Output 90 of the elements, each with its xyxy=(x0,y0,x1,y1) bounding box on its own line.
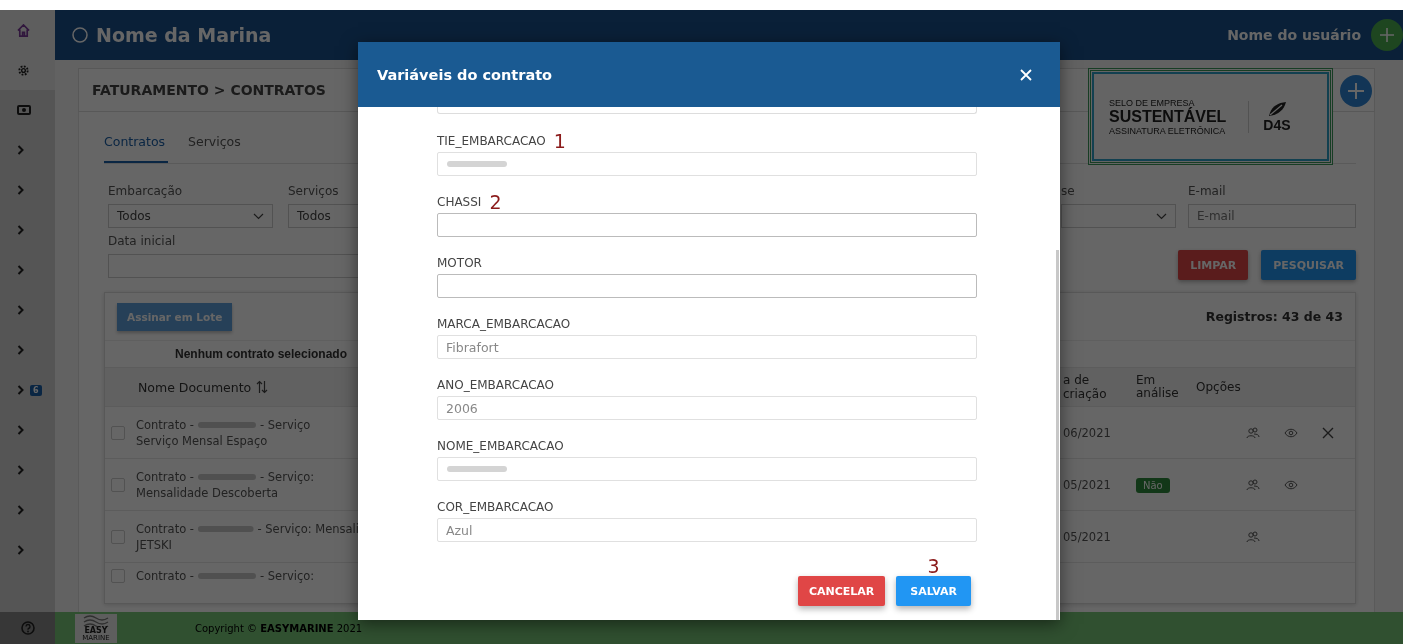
tab[interactable]: Serviços xyxy=(168,128,241,163)
chevron-right-icon[interactable] xyxy=(17,425,24,435)
table-cell: Contrato - xyxy=(136,569,194,583)
add-button[interactable] xyxy=(1340,75,1372,107)
people-icon[interactable] xyxy=(1246,426,1260,439)
tab[interactable]: Contratos xyxy=(104,128,168,163)
filter-label: Data inicial xyxy=(108,234,177,250)
save-button[interactable]: SALVAR xyxy=(896,576,971,606)
table-cell: 05/2021 xyxy=(1063,529,1111,544)
records-count: Registros: 43 de 43 xyxy=(1205,309,1343,324)
copyright-text: Copyright © EASYMARINE 2021 xyxy=(195,622,364,634)
logo-text: EASY xyxy=(84,626,108,635)
user-name[interactable]: Nome do usuário xyxy=(1227,27,1361,43)
field-label: CHASSI xyxy=(437,195,482,209)
annotation-number: 1 xyxy=(553,131,566,151)
blurred-text-drawing xyxy=(446,159,510,169)
batch-sign-button[interactable]: Assinar em Lote xyxy=(117,302,233,331)
plus-avatar-icon[interactable] xyxy=(1371,19,1403,51)
seal-text: SELO DE EMPRESA xyxy=(1109,97,1195,108)
field-label: MARCA_EMBARCACAO xyxy=(437,317,571,331)
filter-label: Embarcação xyxy=(108,184,184,200)
sort-icon[interactable] xyxy=(256,380,269,394)
banknote-icon[interactable] xyxy=(17,105,31,115)
table-cell: 06/2021 xyxy=(1063,425,1111,440)
marina-name: Nome da Marina xyxy=(96,24,272,46)
field-label: COR_EMBARCACAO xyxy=(437,500,554,514)
seal-title: SUSTENTÁVEL xyxy=(1109,107,1227,126)
blurred-text-drawing xyxy=(446,464,510,474)
table-cell: Contrato - xyxy=(136,417,194,432)
column-header[interactable]: Nome Documento xyxy=(138,379,252,395)
input-field[interactable] xyxy=(437,107,977,114)
selection-note: Nenhum contrato selecionado xyxy=(175,347,348,361)
chevron-down-icon xyxy=(1156,212,1167,220)
field-label: TIE_EMBARCACAO xyxy=(437,134,546,148)
annotation-number: 3 xyxy=(927,556,940,576)
table-cell: Contrato - xyxy=(136,469,194,484)
modal-title: Variáveis do contrato xyxy=(377,66,553,83)
chevron-right-icon[interactable] xyxy=(17,385,24,395)
annotation-number: 2 xyxy=(489,192,502,212)
close-icon[interactable] xyxy=(1322,426,1334,439)
chevron-right-icon[interactable] xyxy=(17,345,24,355)
field-label: MOTOR xyxy=(437,256,482,270)
count-badge: 6 xyxy=(30,384,42,396)
chevron-right-icon[interactable] xyxy=(17,545,24,555)
chevron-right-icon[interactable] xyxy=(17,265,24,275)
table-cell-text: JETSKI xyxy=(136,537,173,552)
cancel-button[interactable]: CANCELAR xyxy=(797,576,886,606)
clear-button[interactable]: LIMPAR xyxy=(1178,250,1249,280)
waves-icon xyxy=(83,614,109,627)
home-icon[interactable] xyxy=(17,23,30,37)
eye-icon[interactable] xyxy=(1284,427,1298,438)
people-icon[interactable] xyxy=(1246,478,1260,491)
table-cell-text: Mensalidade Descoberta xyxy=(136,485,280,500)
select-field[interactable]: Todos xyxy=(108,204,273,228)
table-cell: - Serviço: xyxy=(260,469,315,484)
field-label: ANO_EMBARCACAO xyxy=(437,378,554,392)
circle-icon xyxy=(72,27,88,43)
leaf-icon xyxy=(1266,100,1287,117)
filter-label: E-mail xyxy=(1188,184,1227,200)
chevron-right-icon[interactable] xyxy=(17,465,24,475)
help-icon[interactable] xyxy=(20,621,35,635)
status-badge: Não xyxy=(1136,477,1170,493)
settings-icon[interactable] xyxy=(17,63,30,77)
chevron-right-icon[interactable] xyxy=(17,225,24,235)
chevron-right-icon[interactable] xyxy=(17,145,24,155)
table-cell: - Serviço: xyxy=(260,569,315,583)
brand-logo: D4S xyxy=(1263,116,1291,133)
seal-text: ASSINATURA ELETRÔNICA xyxy=(1109,125,1227,136)
table-cell-text: Serviço Mensal Espaço xyxy=(136,433,269,448)
column-header: Opções xyxy=(1196,380,1242,394)
filter-label: Serviços xyxy=(288,184,340,200)
select-field[interactable] xyxy=(1061,204,1176,228)
chevron-right-icon[interactable] xyxy=(17,185,24,195)
column-header: Em análise xyxy=(1136,373,1180,401)
table-cell: Contrato - xyxy=(136,521,194,536)
scrollbar[interactable] xyxy=(1056,250,1059,620)
table-cell: 05/2021 xyxy=(1063,477,1111,492)
search-button[interactable]: PESQUISAR xyxy=(1261,250,1356,280)
breadcrumb: FATURAMENTO > CONTRATOS xyxy=(92,82,326,98)
chevron-right-icon[interactable] xyxy=(17,505,24,515)
chevron-right-icon[interactable] xyxy=(17,305,24,315)
table-cell: - Serviço xyxy=(260,417,311,432)
input-field[interactable] xyxy=(437,213,977,237)
people-icon[interactable] xyxy=(1246,530,1260,543)
chevron-down-icon xyxy=(253,212,264,220)
input-field[interactable] xyxy=(437,274,977,298)
eye-icon[interactable] xyxy=(1284,479,1298,490)
column-header: a de criação xyxy=(1063,373,1108,401)
filter-label: se xyxy=(1061,184,1076,200)
field-label: NOME_EMBARCACAO xyxy=(437,439,564,453)
